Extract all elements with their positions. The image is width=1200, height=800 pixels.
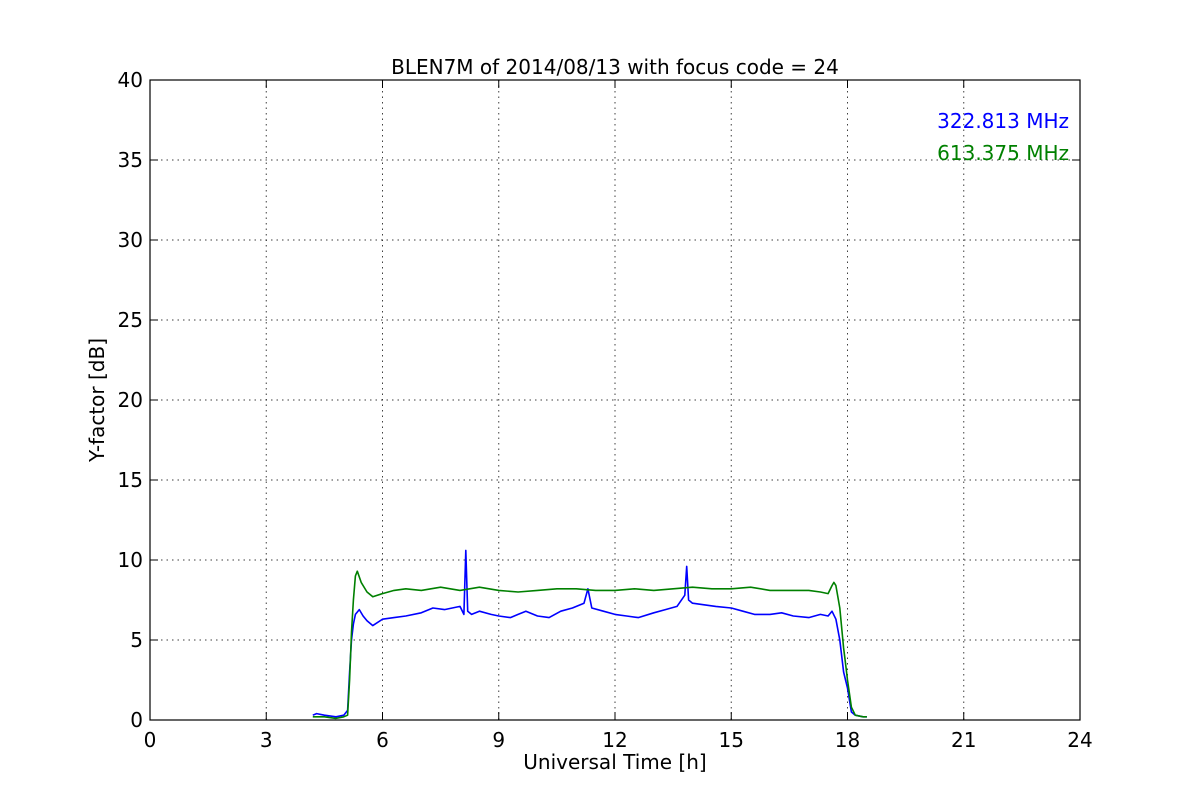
y-tick-label: 30: [118, 228, 143, 252]
series-line-2: [312, 570, 867, 720]
y-tick-label: 25: [118, 308, 143, 332]
y-tick-label: 40: [118, 68, 143, 92]
x-tick-label: 9: [492, 728, 505, 752]
x-tick-label: 18: [835, 728, 860, 752]
y-tick-label: 15: [118, 468, 143, 492]
chart-title: BLEN7M of 2014/08/13 with focus code = 2…: [391, 55, 839, 79]
legend: 322.813 MHz 613.375 MHz: [937, 109, 1069, 165]
legend-entry-2: 613.375 MHz: [937, 141, 1069, 165]
y-tick-label: 0: [130, 708, 143, 732]
x-tick-label: 21: [951, 728, 976, 752]
x-tick-label: 24: [1067, 728, 1092, 752]
series-line-1: [312, 549, 867, 718]
y-tick-label: 5: [130, 628, 143, 652]
chart: BLEN7M of 2014/08/13 with focus code = 2…: [85, 55, 1093, 774]
y-tick-label: 35: [118, 148, 143, 172]
y-tick-label: 20: [118, 388, 143, 412]
x-tick-label: 6: [376, 728, 389, 752]
x-tick-label: 3: [260, 728, 273, 752]
grid: [150, 80, 1080, 720]
y-tick-label: 10: [118, 548, 143, 572]
x-tick-label: 12: [602, 728, 627, 752]
plot-series: [312, 549, 867, 720]
axis-ticks: 0 3 6 9 12 15 18 21 24 0 5 10 15 20 25 30 35 40: [118, 68, 1093, 752]
x-tick-label: 0: [144, 728, 157, 752]
x-tick-label: 15: [719, 728, 744, 752]
y-axis-label: Y-factor [dB]: [85, 338, 109, 463]
x-axis-label: Universal Time [h]: [523, 750, 706, 774]
legend-entry-1: 322.813 MHz: [937, 109, 1069, 133]
